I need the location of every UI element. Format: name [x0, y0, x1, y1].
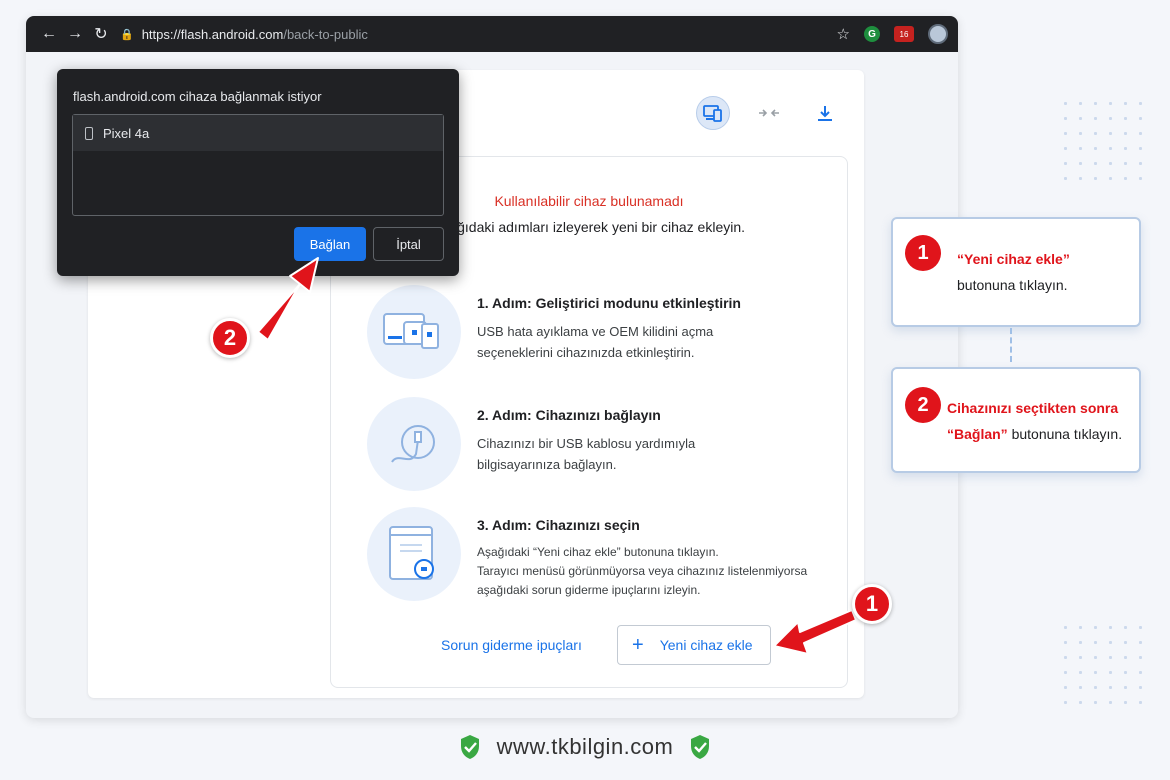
developer-mode-illustration	[367, 285, 461, 379]
browser-toolbar: ← → ↻ 🔒 https://flash.android.com/back-t…	[26, 16, 958, 52]
grammar-extension-icon[interactable]: G	[864, 26, 880, 42]
footer-site[interactable]: www.tkbilgin.com	[497, 734, 674, 760]
page-top-icons	[696, 96, 842, 130]
card1-line2: butonuna tıklayın.	[957, 277, 1068, 293]
card2-part1: Cihazınızı	[947, 400, 1016, 416]
step-3: 3. Adım: Cihazınızı seçin Aşağıdaki “Yen…	[367, 507, 847, 601]
device-select-illustration	[367, 507, 461, 601]
connect-button[interactable]: Bağlan	[294, 227, 366, 261]
forward-arrow-icon[interactable]: →	[62, 25, 88, 43]
card2-line2: “Bağlan” butonuna tıklayın.	[947, 426, 1122, 442]
step-3-desc-line2: Tarayıcı menüsü görünmüyorsa veya cihazı…	[477, 564, 808, 578]
extension-badge-icon[interactable]: 16	[894, 26, 914, 42]
collapse-arrows-icon[interactable]	[752, 96, 786, 130]
card1-badge: 1	[905, 235, 941, 271]
back-arrow-icon[interactable]: ←	[36, 25, 62, 43]
profile-avatar[interactable]	[928, 24, 948, 44]
step-2-desc: Cihazınızı bir USB kablosu yardımıyla bi…	[477, 436, 696, 472]
step-3-title: 3. Adım: Cihazınızı seçin	[477, 517, 640, 533]
device-list-item[interactable]: Pixel 4a	[73, 115, 443, 151]
instruction-card-2: 2 Cihazınızı seçtikten sonra “Bağlan” bu…	[891, 367, 1141, 473]
step-3-desc-line1: Aşağıdaki “Yeni cihaz ekle” butonuna tık…	[477, 545, 719, 559]
usb-cable-illustration	[367, 397, 461, 491]
card2-line1: Cihazınızı seçtikten sonra	[947, 400, 1118, 416]
device-name: Pixel 4a	[103, 125, 150, 141]
dialog-title: flash.android.com cihaza bağlanmak istiy…	[73, 89, 322, 104]
add-new-device-label: Yeni cihaz ekle	[659, 637, 753, 653]
device-permission-dialog: flash.android.com cihaza bağlanmak istiy…	[57, 69, 459, 276]
badge-1-add-button: 1	[852, 584, 892, 624]
lock-icon: 🔒	[120, 28, 134, 41]
troubleshooting-tips-link[interactable]: Sorun giderme ipuçları	[441, 637, 582, 653]
footer: www.tkbilgin.com	[0, 734, 1170, 760]
url-path: /back-to-public	[283, 26, 368, 42]
card2-part4: butonuna tıklayın.	[1007, 426, 1123, 442]
add-new-device-button[interactable]: + Yeni cihaz ekle	[617, 625, 771, 665]
shield-check-icon	[460, 735, 479, 759]
url-host: https://flash.android.com	[141, 26, 284, 42]
card2-part3: “Bağlan”	[947, 426, 1008, 442]
reload-icon[interactable]: ↻	[88, 24, 114, 44]
badge-2-popup: 2	[210, 318, 250, 358]
step-3-desc: Aşağıdaki “Yeni cihaz ekle” butonuna tık…	[477, 543, 847, 600]
card-connector	[1010, 328, 1012, 362]
decor-dots-bottom	[1058, 620, 1148, 710]
card1-line1: “Yeni cihaz ekle”	[957, 251, 1070, 267]
address-bar[interactable]: 🔒 https://flash.android.com/back-to-publ…	[120, 27, 368, 42]
step-1-title: 1. Adım: Geliştirici modunu etkinleştiri…	[477, 295, 741, 311]
plus-icon: +	[632, 634, 644, 656]
device-list: Pixel 4a	[72, 114, 444, 216]
card2-badge: 2	[905, 387, 941, 423]
bookmark-star-icon[interactable]: ☆	[837, 25, 850, 43]
step-3-desc-line3: aşağıdaki sorun giderme ipuçlarını izley…	[477, 583, 701, 597]
instruction-card-1: 1 “Yeni cihaz ekle” butonuna tıklayın.	[891, 217, 1141, 327]
download-icon[interactable]	[808, 96, 842, 130]
step-2-title: 2. Adım: Cihazınızı bağlayın	[477, 407, 661, 423]
decor-dots-top	[1058, 96, 1148, 186]
step-1: 1. Adım: Geliştirici modunu etkinleştiri…	[367, 285, 741, 379]
device-picker-icon[interactable]	[696, 96, 730, 130]
phone-icon	[85, 126, 93, 140]
step-2: 2. Adım: Cihazınızı bağlayın Cihazınızı …	[367, 397, 717, 491]
step-1-desc: USB hata ayıklama ve OEM kilidini açma s…	[477, 324, 714, 360]
shield-check-icon-right	[691, 735, 710, 759]
card2-part2: seçtikten sonra	[1015, 400, 1119, 416]
toolbar-right: ☆ G 16	[837, 24, 948, 44]
cancel-button[interactable]: İptal	[373, 227, 444, 261]
